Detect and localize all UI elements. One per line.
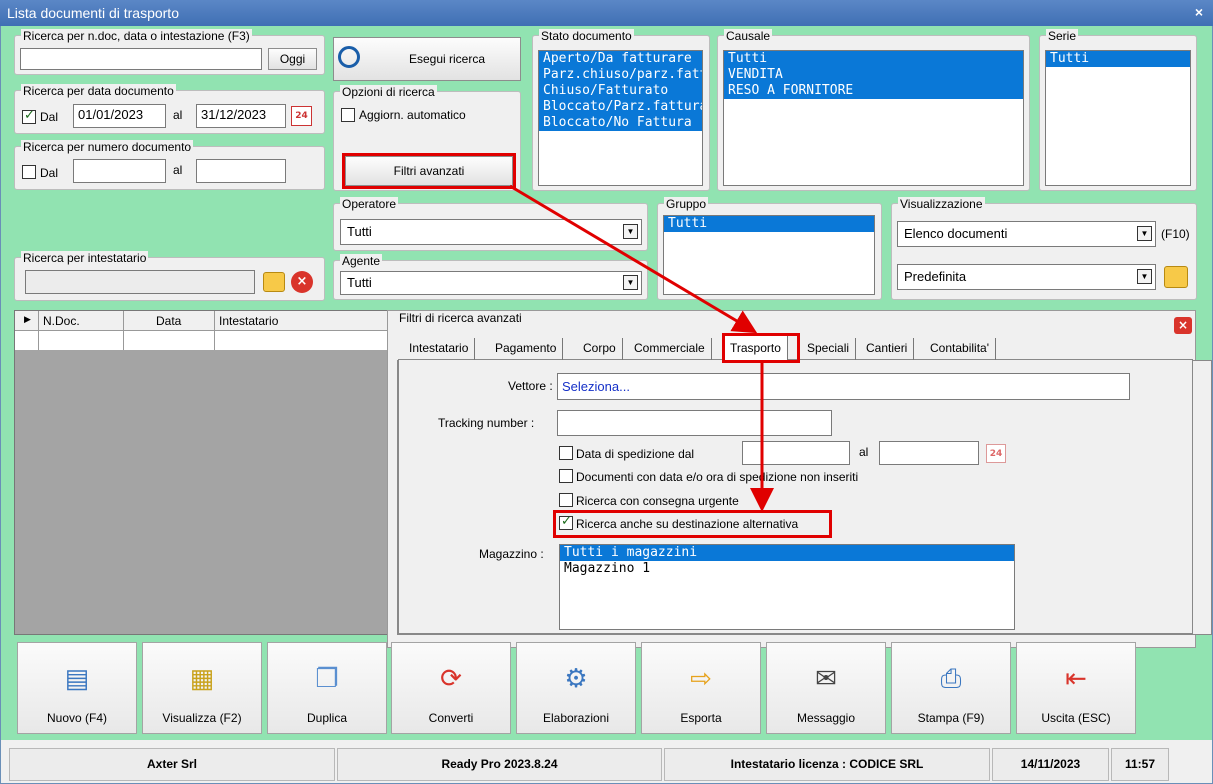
printer-icon: ⎙ bbox=[940, 663, 962, 693]
status-date: 14/11/2023 bbox=[992, 748, 1109, 781]
message-label: Messaggio bbox=[796, 711, 856, 725]
duplicate-button[interactable]: ❐ Duplica bbox=[267, 642, 387, 734]
convert-icon: ⟳ bbox=[440, 663, 462, 693]
convert-label: Converti bbox=[428, 711, 474, 725]
status-company: Axter Srl bbox=[9, 748, 335, 781]
view-label: Visualizza (F2) bbox=[162, 711, 242, 725]
convert-button[interactable]: ⟳ Converti bbox=[391, 642, 511, 734]
print-label: Stampa (F9) bbox=[917, 711, 985, 725]
gear-icon: ⚙ bbox=[564, 663, 588, 693]
message-button[interactable]: ✉ Messaggio bbox=[766, 642, 886, 734]
exit-button[interactable]: ⇤ Uscita (ESC) bbox=[1016, 642, 1136, 734]
process-button[interactable]: ⚙ Elaborazioni bbox=[516, 642, 636, 734]
exit-icon: ⇤ bbox=[1065, 663, 1087, 693]
message-icon: ✉ bbox=[815, 663, 837, 693]
new-label: Nuovo (F4) bbox=[46, 711, 108, 725]
status-version: Ready Pro 2023.8.24 bbox=[337, 748, 662, 781]
status-license: Intestatario licenza : CODICE SRL bbox=[664, 748, 990, 781]
exit-label: Uscita (ESC) bbox=[1041, 711, 1111, 725]
view-document-icon: ▦ bbox=[189, 663, 215, 693]
process-label: Elaborazioni bbox=[542, 711, 610, 725]
status-time: 11:57 bbox=[1111, 748, 1169, 781]
print-button[interactable]: ⎙ Stampa (F9) bbox=[891, 642, 1011, 734]
view-button[interactable]: ▦ Visualizza (F2) bbox=[142, 642, 262, 734]
export-icon: ⇨ bbox=[690, 663, 712, 693]
export-label: Esporta bbox=[680, 711, 722, 725]
duplicate-icon: ❐ bbox=[315, 663, 339, 693]
new-button[interactable]: ▤ Nuovo (F4) bbox=[17, 642, 137, 734]
arrow-to-tab bbox=[509, 184, 758, 334]
duplicate-label: Duplica bbox=[306, 711, 348, 725]
export-button[interactable]: ⇨ Esporta bbox=[641, 642, 761, 734]
new-document-icon: ▤ bbox=[64, 663, 90, 693]
